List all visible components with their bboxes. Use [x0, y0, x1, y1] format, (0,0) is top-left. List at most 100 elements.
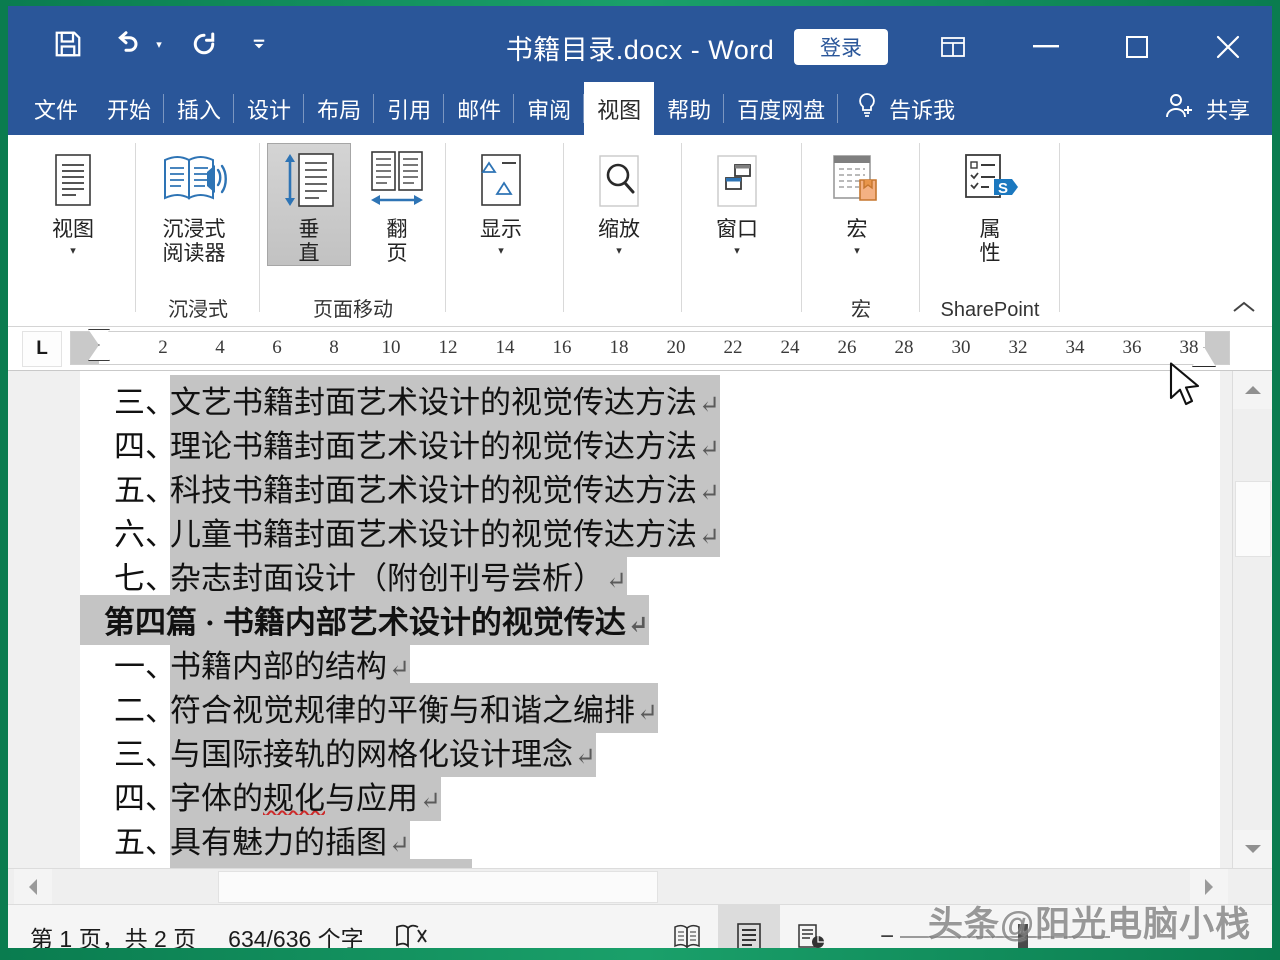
- tab-home[interactable]: 开始: [94, 82, 164, 135]
- horizontal-scroll-thumb[interactable]: [218, 871, 658, 903]
- ruler-tick: 30: [952, 337, 971, 359]
- document-line[interactable]: 三、与国际接轨的网格化设计理念↵: [80, 727, 1220, 771]
- ribbon-group-label: [570, 322, 676, 326]
- scroll-up-icon[interactable]: [1233, 371, 1272, 409]
- tab-insert[interactable]: 插入: [164, 82, 234, 135]
- line-number-label: 四、: [80, 421, 170, 466]
- ribbon-group-macros: 宏 ▾ 宏: [802, 135, 920, 326]
- scroll-down-icon[interactable]: [1233, 830, 1272, 868]
- scroll-left-icon[interactable]: [14, 869, 52, 905]
- chevron-down-icon[interactable]: ▾: [854, 246, 860, 257]
- document-line[interactable]: 四、字体的规化与应用↵: [80, 771, 1220, 815]
- tell-me-search[interactable]: 告诉我: [838, 82, 969, 135]
- document-line[interactable]: 第四篇 · 书籍内部艺术设计的视觉传达↵: [80, 595, 1220, 639]
- macro-button[interactable]: 宏 ▾: [808, 143, 906, 258]
- ruler-tick: 22: [724, 337, 743, 359]
- print-layout-button[interactable]: [718, 905, 780, 948]
- proofing-errors-icon[interactable]: [380, 922, 442, 949]
- document-line[interactable]: 六、书籍艺术设计的过程↵: [80, 859, 1220, 868]
- tab-stop-selector[interactable]: L: [22, 331, 62, 367]
- undo-icon[interactable]: [106, 24, 146, 64]
- view-button[interactable]: 视图 ▾: [24, 143, 122, 258]
- vertical-scroll-thumb[interactable]: [1235, 481, 1271, 557]
- tab-review[interactable]: 审阅: [514, 82, 584, 135]
- horizontal-ruler[interactable]: 246810121416182022242628303234363840: [70, 331, 1230, 365]
- save-icon[interactable]: [48, 24, 88, 64]
- document-line[interactable]: 四、理论书籍封面艺术设计的视觉传达方法↵: [80, 419, 1220, 463]
- show-button[interactable]: 显示 ▾: [452, 143, 550, 258]
- chevron-down-icon[interactable]: ▾: [734, 246, 740, 257]
- document-line[interactable]: 二、符合视觉规律的平衡与和谐之编排↵: [80, 683, 1220, 727]
- share-button[interactable]: 共享: [1164, 82, 1250, 135]
- read-mode-button[interactable]: [656, 905, 718, 948]
- maximize-icon[interactable]: [1115, 28, 1159, 66]
- document-text[interactable]: 三、文艺书籍封面艺术设计的视觉传达方法↵四、理论书籍封面艺术设计的视觉传达方法↵…: [80, 375, 1220, 868]
- word-count[interactable]: 634/636 个字: [212, 920, 380, 949]
- ribbon-group-label: [452, 322, 558, 326]
- ribbon-tabs: 文件 开始 插入 设计 布局 引用 邮件 审阅 视图 帮助 百度网盘 告诉我: [8, 82, 1272, 135]
- tab-mailings[interactable]: 邮件: [444, 82, 514, 135]
- page-indicator-label: 第 1 页，共 2 页: [30, 920, 196, 949]
- document-line[interactable]: 一、书籍内部的结构↵: [80, 639, 1220, 683]
- sign-in-button[interactable]: 登录: [794, 29, 888, 65]
- ruler-tick: 24: [781, 337, 800, 359]
- zoom-out-button[interactable]: −: [880, 923, 900, 949]
- line-text: 具有魅力的插图↵: [170, 815, 410, 865]
- ruler-ticks: 246810121416182022242628303234363840: [71, 332, 1229, 364]
- tab-view[interactable]: 视图: [584, 82, 654, 135]
- document-line[interactable]: 三、文艺书籍封面艺术设计的视觉传达方法↵: [80, 375, 1220, 419]
- minimize-icon[interactable]: [1024, 28, 1068, 66]
- document-line[interactable]: 七、杂志封面设计（附创刊号尝析）↵: [80, 551, 1220, 595]
- ruler-area: L 246810121416182022242628303234363840: [8, 327, 1272, 371]
- chevron-up-icon[interactable]: [1232, 297, 1256, 320]
- tab-file[interactable]: 文件: [8, 82, 94, 135]
- immersive-reader-button[interactable]: 沉浸式 阅读器: [142, 143, 246, 266]
- ruler-tick: 6: [272, 337, 282, 359]
- tab-references[interactable]: 引用: [374, 82, 444, 135]
- ruler-tick: 4: [215, 337, 225, 359]
- ruler-tick: 34: [1066, 337, 1085, 359]
- document-line[interactable]: 五、科技书籍封面艺术设计的视觉传达方法↵: [80, 463, 1220, 507]
- undo-dropdown-icon[interactable]: ▾: [152, 24, 166, 64]
- ribbon-group-label: [688, 322, 796, 326]
- paragraph-mark-icon: ↵: [697, 436, 720, 463]
- document-area[interactable]: 三、文艺书籍封面艺术设计的视觉传达方法↵四、理论书籍封面艺术设计的视觉传达方法↵…: [8, 371, 1272, 868]
- chevron-down-icon[interactable]: ▾: [498, 246, 504, 257]
- view-mode-buttons: [656, 905, 842, 948]
- page-indicator[interactable]: 第 1 页，共 2 页: [8, 920, 212, 949]
- sharepoint-properties-icon: S: [958, 146, 1022, 216]
- close-icon[interactable]: [1206, 28, 1250, 66]
- tab-help[interactable]: 帮助: [654, 82, 724, 135]
- window-button[interactable]: 窗口 ▾: [688, 143, 786, 258]
- ruler-tick: 32: [1009, 337, 1028, 359]
- side-to-side-button[interactable]: 翻 页: [355, 143, 439, 266]
- chevron-down-icon[interactable]: ▾: [616, 246, 622, 257]
- ribbon-group-label: [24, 322, 130, 326]
- vertical-button[interactable]: 垂 直: [267, 143, 351, 266]
- ribbon-group-page-movement: 垂 直: [260, 135, 446, 326]
- ruler-tick: 18: [610, 337, 629, 359]
- line-number-label: 三、: [80, 377, 170, 422]
- chevron-down-icon[interactable]: ▾: [70, 246, 76, 257]
- tab-baidu-netdisk[interactable]: 百度网盘: [724, 82, 838, 135]
- web-layout-button[interactable]: [780, 905, 842, 948]
- ribbon-group-sharepoint: S 属 性 SharePoint: [920, 135, 1060, 326]
- properties-button[interactable]: S 属 性: [941, 143, 1039, 266]
- tab-design[interactable]: 设计: [234, 82, 304, 135]
- vertical-scrollbar[interactable]: [1232, 371, 1272, 868]
- tab-label: 视图: [597, 93, 641, 125]
- document-page[interactable]: 三、文艺书籍封面艺术设计的视觉传达方法↵四、理论书籍封面艺术设计的视觉传达方法↵…: [80, 371, 1220, 868]
- redo-icon[interactable]: [184, 24, 224, 64]
- line-text: 符合视觉规律的平衡与和谐之编排↵: [170, 683, 658, 733]
- line-text: 儿童书籍封面艺术设计的视觉传达方法↵: [170, 507, 720, 557]
- properties-label: 属 性: [980, 218, 1001, 265]
- ribbon-display-options-icon[interactable]: [934, 30, 972, 64]
- line-text: 书籍内部的结构↵: [170, 639, 410, 689]
- tab-layout[interactable]: 布局: [304, 82, 374, 135]
- customize-quick-access-icon[interactable]: [252, 24, 266, 64]
- document-line[interactable]: 五、具有魅力的插图↵: [80, 815, 1220, 859]
- vertical-scroll-icon: [279, 146, 339, 216]
- magnifier-icon: [592, 146, 646, 216]
- zoom-button[interactable]: 缩放 ▾: [570, 143, 668, 258]
- document-line[interactable]: 六、儿童书籍封面艺术设计的视觉传达方法↵: [80, 507, 1220, 551]
